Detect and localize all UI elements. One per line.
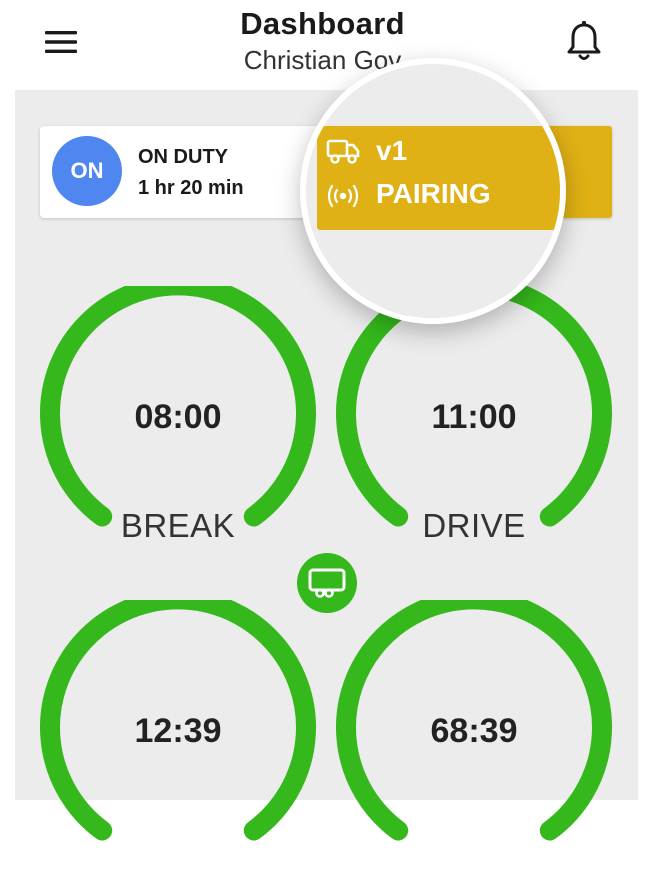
duty-status-badge[interactable]: ON bbox=[52, 136, 122, 206]
shift-time-remaining: 12:39 bbox=[134, 712, 222, 750]
trailer-icon bbox=[308, 568, 346, 598]
truck-icon bbox=[326, 139, 360, 164]
cycle-time-remaining: 68:39 bbox=[430, 712, 518, 750]
driver-name: Christian Gov bbox=[243, 45, 402, 75]
pairing-status: PAIRING bbox=[376, 178, 491, 209]
break-label: BREAK bbox=[120, 507, 236, 544]
duty-status-label: ON DUTY bbox=[138, 146, 228, 168]
broadcast-signal-icon bbox=[327, 184, 359, 208]
cycle-gauge[interactable]: 68:39 bbox=[334, 600, 614, 870]
duty-elapsed-time: 1 hr 20 min bbox=[138, 177, 244, 199]
break-time-remaining: 08:00 bbox=[134, 398, 222, 436]
shift-gauge[interactable]: 12:39 bbox=[38, 600, 318, 870]
drive-label: DRIVE bbox=[422, 507, 526, 544]
drive-gauge[interactable]: 11:00 DRIVE bbox=[334, 286, 614, 556]
page-title: Dashboard bbox=[240, 6, 405, 41]
trailer-button[interactable] bbox=[297, 553, 357, 613]
bell-icon bbox=[567, 21, 601, 60]
app-header: Dashboard Christian Gov bbox=[0, 0, 645, 90]
vehicle-id: v1 bbox=[376, 135, 408, 166]
break-gauge[interactable]: 08:00 BREAK bbox=[38, 286, 318, 556]
notifications-button[interactable] bbox=[560, 18, 608, 66]
drive-time-remaining: 11:00 bbox=[431, 398, 517, 436]
